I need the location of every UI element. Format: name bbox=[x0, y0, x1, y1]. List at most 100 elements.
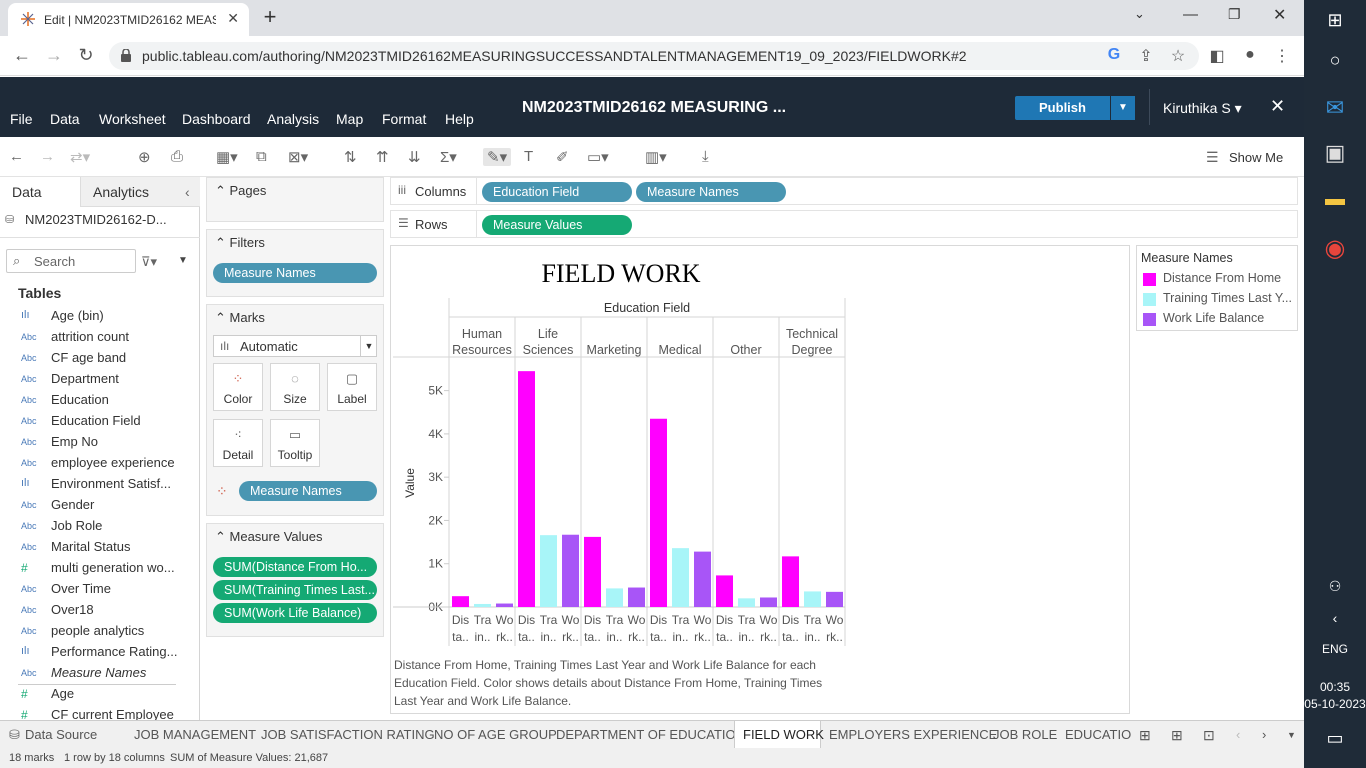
cortana-icon[interactable]: ○ bbox=[1304, 50, 1366, 71]
field-item[interactable]: Abc Emp No bbox=[0, 432, 195, 453]
sheet-tab[interactable]: JOB ROLE bbox=[993, 727, 1057, 742]
bar[interactable] bbox=[628, 587, 645, 607]
tooltip-button[interactable]: ▭ Tooltip bbox=[270, 419, 320, 467]
tabs-scroll-right-icon[interactable]: › bbox=[1262, 727, 1266, 742]
pane-menu-icon[interactable]: ▼ bbox=[178, 255, 188, 266]
tabs-menu-icon[interactable]: ▼ bbox=[1287, 730, 1296, 740]
color-pill-measure-names[interactable]: Measure Names bbox=[239, 481, 377, 501]
url-bar[interactable]: public.tableau.com/authoring/NM2023TMID2… bbox=[109, 42, 1199, 70]
pause-updates-icon[interactable]: ⎙ bbox=[171, 148, 183, 165]
field-item[interactable]: # multi generation wo... bbox=[0, 558, 195, 579]
field-item[interactable]: Abc Marital Status bbox=[0, 537, 195, 558]
clear-sheet-icon[interactable]: ⊠▾ bbox=[288, 148, 308, 166]
collapse-pane-icon[interactable]: ‹ bbox=[185, 184, 190, 200]
bar[interactable] bbox=[518, 371, 535, 607]
columns-pill-education-field[interactable]: Education Field bbox=[482, 182, 632, 202]
tab-data[interactable]: Data bbox=[0, 177, 80, 207]
people-icon[interactable]: ⚇ bbox=[1304, 578, 1366, 595]
mail-icon[interactable]: ✉ bbox=[1304, 95, 1366, 121]
google-icon[interactable]: G bbox=[1104, 46, 1124, 64]
label-button[interactable]: ▢ Label bbox=[327, 363, 377, 411]
menu-data[interactable]: Data bbox=[50, 111, 80, 127]
user-menu[interactable]: Kiruthika S ▾ bbox=[1163, 100, 1242, 117]
back-icon[interactable]: ← bbox=[10, 45, 34, 66]
bar[interactable] bbox=[496, 603, 513, 607]
show-labels-icon[interactable]: ▥▾ bbox=[645, 148, 667, 166]
tabs-scroll-left-icon[interactable]: ‹ bbox=[1236, 727, 1240, 742]
mark-type-select[interactable]: ılı Automatic ▼ bbox=[213, 335, 377, 357]
new-datasource-icon[interactable]: ⊕ bbox=[138, 148, 151, 166]
field-item[interactable]: Abc Department bbox=[0, 369, 195, 390]
clock-date[interactable]: 05-10-2023 bbox=[1304, 697, 1366, 711]
field-item[interactable]: # Age bbox=[0, 684, 195, 705]
mv-pill-distance[interactable]: SUM(Distance From Ho... bbox=[213, 557, 377, 577]
publish-dropdown-icon[interactable]: ▼ bbox=[1111, 96, 1135, 120]
download-icon[interactable]: ⤓ bbox=[702, 148, 709, 165]
datasource-tab[interactable]: Data Source bbox=[25, 727, 97, 742]
sheet-tab[interactable]: JOB SATISFACTION RATING bbox=[261, 727, 435, 742]
bar-chart[interactable]: FIELD WORK Education Field Human Resources L… bbox=[391, 246, 1129, 713]
tab-analytics[interactable]: Analytics ‹ bbox=[80, 177, 200, 207]
undo-icon[interactable]: ← bbox=[9, 148, 24, 165]
field-item[interactable]: ılı Performance Rating... bbox=[0, 642, 195, 663]
sheet-tab[interactable]: JOB MANAGEMENT bbox=[134, 727, 256, 742]
measure-values-card[interactable]: ⌃ Measure Values SUM(Distance From Ho...… bbox=[206, 523, 384, 637]
bar[interactable] bbox=[540, 535, 557, 607]
sheet-tab[interactable]: DEPARTMENT OF EDUCATION bbox=[556, 727, 745, 742]
bar[interactable] bbox=[672, 548, 689, 607]
bar[interactable] bbox=[716, 575, 733, 607]
chrome-menu-icon[interactable]: ⋮ bbox=[1272, 46, 1292, 66]
filter-fields-icon[interactable]: ⊽▾ bbox=[141, 254, 157, 270]
publish-button[interactable]: Publish bbox=[1015, 96, 1110, 120]
sheet-tab[interactable]: NO OF AGE GROUP bbox=[434, 727, 557, 742]
datasource-name[interactable]: NM2023TMID26162-D... bbox=[25, 212, 167, 227]
columns-pill-measure-names[interactable]: Measure Names bbox=[636, 182, 786, 202]
new-worksheet-icon[interactable]: ▦▾ bbox=[216, 148, 238, 166]
browser-tab[interactable]: Edit | NM2023TMID26162 MEAS ✕ bbox=[8, 3, 249, 36]
bar[interactable] bbox=[760, 597, 777, 607]
pages-card[interactable]: ⌃ Pages bbox=[206, 177, 384, 222]
windows-start-icon[interactable]: ⊞ bbox=[1304, 10, 1366, 31]
field-item[interactable]: Abc Job Role bbox=[0, 516, 195, 537]
field-item[interactable]: Abc employee experience bbox=[0, 453, 195, 474]
show-me-icon[interactable]: ☰ bbox=[1206, 149, 1219, 166]
active-sheet-tab[interactable]: FIELD WORK bbox=[734, 721, 824, 748]
bar[interactable] bbox=[782, 556, 799, 607]
bar[interactable] bbox=[826, 591, 843, 607]
language-indicator[interactable]: ENG bbox=[1304, 642, 1366, 656]
sort-ascending-icon[interactable]: ⇈ bbox=[376, 148, 389, 166]
field-item[interactable]: Abc Education Field bbox=[0, 411, 195, 432]
bar[interactable] bbox=[606, 588, 623, 607]
replay-icon[interactable]: ⇄▾ bbox=[70, 148, 90, 166]
duplicate-sheet-icon[interactable]: ⧉ bbox=[256, 148, 267, 165]
tab-close-icon[interactable]: ✕ bbox=[227, 10, 239, 27]
highlight-icon[interactable]: ✎▾ bbox=[483, 148, 512, 166]
columns-shelf[interactable]: iii Columns Education Field Measure Name… bbox=[390, 177, 1298, 205]
new-tab-icon[interactable]: + bbox=[258, 4, 282, 30]
close-editor-icon[interactable]: ✕ bbox=[1270, 96, 1285, 117]
field-item[interactable]: Abc Measure Names bbox=[0, 663, 195, 684]
marks-card[interactable]: ⌃ Marks ılı Automatic ▼ ⁘ Color ◌ Size ▢ La… bbox=[206, 304, 384, 516]
field-item[interactable]: ılı Environment Satisf... bbox=[0, 474, 195, 495]
bar[interactable] bbox=[474, 603, 491, 607]
menu-format[interactable]: Format bbox=[382, 111, 426, 127]
color-legend[interactable]: Measure Names Distance From Home Trainin… bbox=[1136, 245, 1298, 331]
bar[interactable] bbox=[584, 536, 601, 607]
notification-icon[interactable]: ▭ bbox=[1304, 728, 1366, 749]
share-icon[interactable]: ⇪ bbox=[1136, 46, 1156, 66]
field-item[interactable]: Abc Education bbox=[0, 390, 195, 411]
bar[interactable] bbox=[804, 591, 821, 607]
sheet-tab[interactable]: EMPLOYERS EXPERIENCE bbox=[829, 727, 997, 742]
show-me-button[interactable]: Show Me bbox=[1229, 150, 1283, 165]
bar[interactable] bbox=[562, 534, 579, 607]
forward-icon[interactable]: → bbox=[42, 45, 66, 66]
tab-search-chevron-icon[interactable]: ⌄ bbox=[1134, 6, 1145, 22]
menu-dashboard[interactable]: Dashboard bbox=[182, 111, 251, 127]
mark-type-dropdown-icon[interactable]: ▼ bbox=[360, 336, 377, 356]
detail-button[interactable]: ⁖ Detail bbox=[213, 419, 263, 467]
field-item[interactable]: Abc Over Time bbox=[0, 579, 195, 600]
filter-pill-measure-names[interactable]: Measure Names bbox=[213, 263, 377, 283]
worksheet-view[interactable]: FIELD WORK Education Field Human Resources L… bbox=[390, 245, 1130, 714]
bar[interactable] bbox=[694, 551, 711, 607]
search-input[interactable]: ⌕ Search bbox=[6, 249, 136, 273]
